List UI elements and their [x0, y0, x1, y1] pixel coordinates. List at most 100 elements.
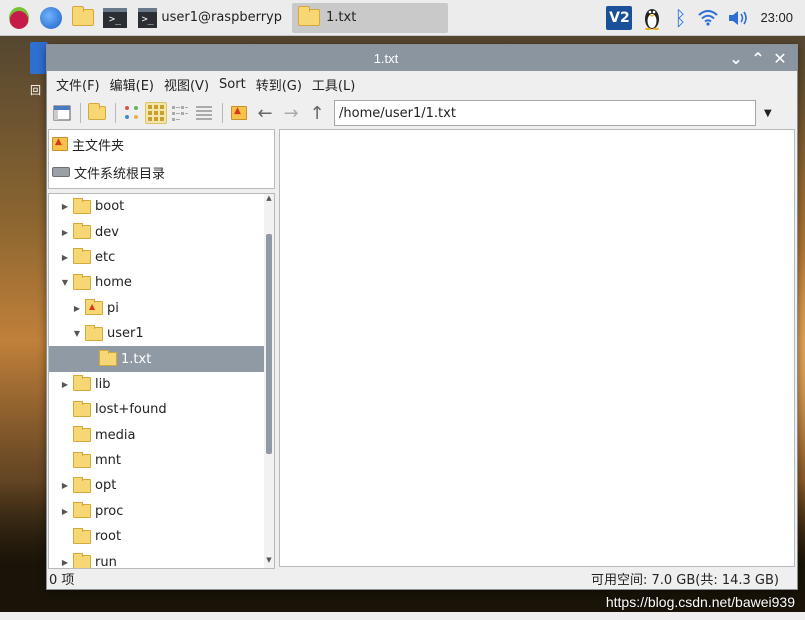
tree-item-etc[interactable]: ▶ etc — [49, 245, 274, 270]
new-window-icon — [53, 105, 71, 121]
maximize-button[interactable]: ⌃ — [747, 49, 769, 68]
tree-item-pi[interactable]: ▶ pi — [49, 296, 274, 321]
expand-arrow-icon[interactable]: ▶ — [59, 380, 71, 389]
task-terminal[interactable]: >_ user1@raspberrypi: /... — [132, 3, 288, 33]
home-icon — [231, 106, 247, 120]
vnc-tray-button[interactable]: V2 — [606, 5, 633, 30]
folder-icon — [298, 6, 320, 26]
new-folder-button[interactable] — [86, 102, 108, 124]
tree-item-mnt[interactable]: mnt — [49, 448, 274, 473]
toolbar-separator — [222, 103, 223, 123]
folder-icon — [73, 375, 91, 392]
close-button[interactable]: ✕ — [769, 49, 791, 68]
expand-arrow-icon[interactable]: ▶ — [59, 228, 71, 237]
terminal-icon: >_ — [103, 7, 127, 28]
tree-item-1txt[interactable]: 1.txt — [49, 346, 274, 372]
back-arrow-icon[interactable]: ← — [252, 103, 278, 124]
toolbar-separator — [80, 103, 81, 123]
expand-arrow-icon[interactable]: ▶ — [59, 481, 71, 490]
clock[interactable]: 23:00 — [760, 10, 793, 25]
menu-tools[interactable]: 工具(L) — [307, 75, 360, 94]
icon-view-button[interactable] — [121, 102, 143, 124]
toolbar: ← → ↑ /home/user1/1.txt ▼ — [47, 97, 797, 129]
tree-item-label: boot — [95, 199, 125, 215]
list-view-button[interactable] — [193, 102, 215, 124]
collapse-arrow-icon[interactable]: ▼ — [71, 329, 83, 338]
bluetooth-icon[interactable]: ᛒ — [672, 6, 688, 30]
menu-file[interactable]: 文件(F) — [51, 75, 105, 94]
item-count: 0 项 — [49, 572, 75, 588]
expand-arrow-icon[interactable]: ▶ — [59, 253, 71, 262]
globe-icon — [40, 6, 62, 29]
wifi-icon[interactable] — [698, 6, 719, 30]
folder-icon — [73, 451, 91, 468]
tree-item-label: lost+found — [95, 402, 167, 418]
collapse-arrow-icon[interactable]: ▼ — [59, 278, 71, 287]
path-input[interactable]: /home/user1/1.txt — [334, 100, 756, 126]
place-label: 主文件夹 — [72, 138, 125, 154]
folder-icon — [73, 197, 91, 214]
path-dropdown-icon[interactable]: ▼ — [764, 108, 772, 119]
compact-view-icon — [172, 106, 188, 121]
folder-icon — [73, 223, 91, 240]
tree-item-opt[interactable]: ▶ opt — [49, 473, 274, 498]
folder-icon — [99, 350, 117, 367]
side-pane: 主文件夹 文件系统根目录 ▶ boot ▶ dev ▶ etc — [47, 129, 276, 569]
wifi-signal-icon — [698, 9, 719, 26]
expand-arrow-icon[interactable]: ▶ — [59, 507, 71, 516]
menu-sort[interactable]: Sort — [214, 77, 251, 92]
thumbnail-view-button[interactable] — [145, 102, 167, 124]
tree-item-label: pi — [107, 300, 119, 316]
places-list: 主文件夹 文件系统根目录 — [48, 129, 275, 189]
place-home[interactable]: 主文件夹 — [49, 130, 274, 158]
folder-icon — [73, 426, 91, 443]
up-arrow-icon[interactable]: ↑ — [304, 103, 330, 124]
tree-item-label: mnt — [95, 453, 121, 469]
menu-go[interactable]: 转到(G) — [251, 75, 307, 94]
tree-item-lib[interactable]: ▶ lib — [49, 372, 274, 397]
tree-item-media[interactable]: media — [49, 423, 274, 448]
tree-item-lost-found[interactable]: lost+found — [49, 397, 274, 422]
expand-arrow-icon[interactable]: ▶ — [59, 202, 71, 211]
raspberry-menu-button[interactable] — [6, 5, 32, 31]
menubar: 文件(F) 编辑(E) 视图(V) Sort 转到(G) 工具(L) — [47, 71, 797, 97]
scrollbar-thumb[interactable] — [266, 234, 272, 454]
tree-scrollbar[interactable]: ▲ ▼ — [264, 194, 274, 568]
scroll-up-arrow-icon[interactable]: ▲ — [264, 194, 274, 206]
tree-item-user1[interactable]: ▼ user1 — [49, 321, 274, 346]
new-folder-icon — [88, 103, 106, 120]
browser-launcher[interactable] — [38, 5, 64, 31]
penguin-tray-button[interactable] — [642, 6, 662, 30]
drive-icon — [52, 167, 70, 177]
expand-arrow-icon[interactable]: ▶ — [71, 304, 83, 313]
window-titlebar[interactable]: 1.txt ⌄ ⌃ ✕ — [47, 45, 797, 71]
tree-item-root[interactable]: root — [49, 524, 274, 549]
tree-item-home[interactable]: ▼ home — [49, 270, 274, 295]
file-view-pane[interactable] — [279, 129, 795, 567]
tree-item-proc[interactable]: ▶ proc — [49, 499, 274, 524]
compact-view-button[interactable] — [169, 102, 191, 124]
statusbar: 0 项 可用空间: 7.0 GB(共: 14.3 GB) — [47, 567, 797, 589]
forward-arrow-icon[interactable]: → — [278, 103, 304, 124]
home-button[interactable] — [228, 102, 250, 124]
terminal-launcher[interactable]: >_ — [102, 5, 128, 31]
toolbar-separator — [115, 103, 116, 123]
volume-icon[interactable] — [728, 6, 750, 30]
new-window-button[interactable] — [51, 102, 73, 124]
tree-item-label: proc — [95, 503, 124, 519]
directory-tree: ▶ boot ▶ dev ▶ etc ▼ home ▶ ▲ pi ▼ user1… — [48, 193, 275, 569]
task-file-manager[interactable]: 1.txt — [292, 2, 448, 33]
file-manager-launcher[interactable] — [70, 5, 96, 31]
tree-item-label: dev — [95, 224, 119, 240]
minimize-button[interactable]: ⌄ — [725, 49, 747, 68]
tree-item-label: media — [95, 427, 136, 443]
place-filesystem-root[interactable]: 文件系统根目录 — [49, 158, 274, 186]
tree-item-boot[interactable]: ▶ boot — [49, 194, 274, 219]
desktop-trash-label: 回 — [30, 84, 41, 97]
menu-view[interactable]: 视图(V) — [159, 75, 214, 94]
window-title: 1.txt — [373, 50, 399, 66]
menu-edit[interactable]: 编辑(E) — [105, 75, 159, 94]
expand-arrow-icon[interactable]: ▶ — [59, 558, 71, 567]
folder-icon — [72, 6, 94, 26]
tree-item-dev[interactable]: ▶ dev — [49, 219, 274, 244]
